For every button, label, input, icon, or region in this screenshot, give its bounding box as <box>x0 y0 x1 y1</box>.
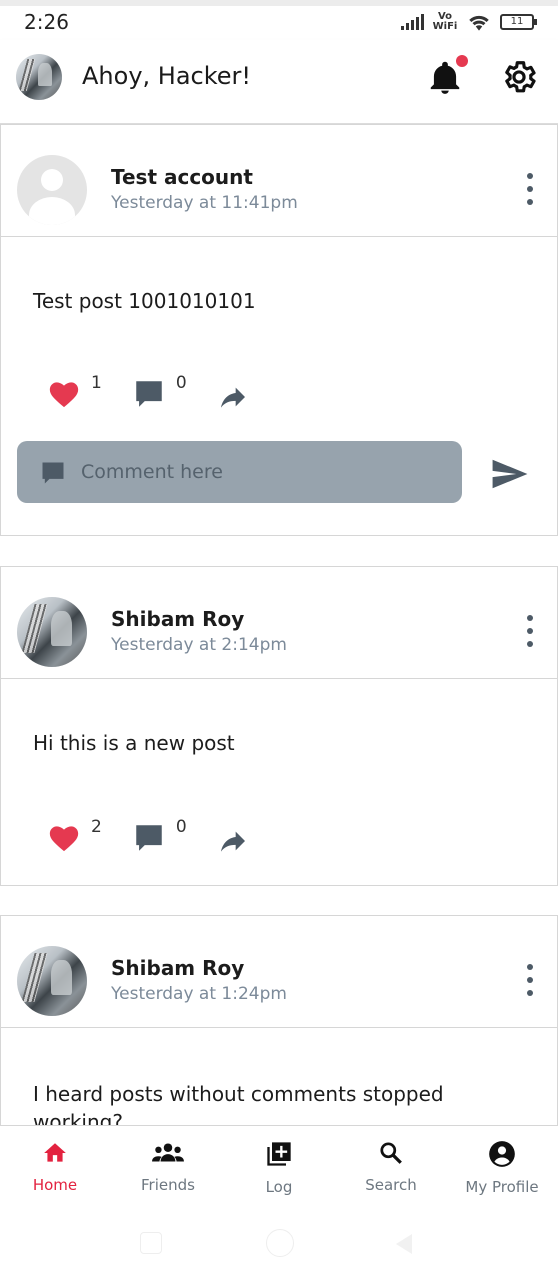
post-feed[interactable]: Test account Yesterday at 11:41pm Test p… <box>0 124 558 1125</box>
comment-field-icon <box>42 462 64 484</box>
comment-icon <box>136 381 162 407</box>
more-options-icon[interactable] <box>525 964 535 996</box>
comment-button[interactable]: 0 <box>132 373 187 411</box>
post-text: Hi this is a new post <box>33 731 235 755</box>
nav-home[interactable]: Home <box>5 1140 105 1194</box>
app-header: Ahoy, Hacker! <box>0 40 558 124</box>
more-options-icon[interactable] <box>525 173 535 205</box>
user-avatar[interactable] <box>16 54 62 100</box>
share-button[interactable] <box>217 377 249 413</box>
nav-label-friends: Friends <box>141 1176 195 1194</box>
post-time: Yesterday at 11:41pm <box>111 193 298 213</box>
account-circle-icon <box>489 1141 515 1167</box>
post-card: Shibam Roy Yesterday at 2:14pm Hi this i… <box>0 566 558 886</box>
like-count: 1 <box>91 373 102 393</box>
status-bar: 2:26 Vo WiFi 11 <box>0 0 558 40</box>
post-time: Yesterday at 1:24pm <box>111 984 287 1004</box>
status-time: 2:26 <box>24 10 69 34</box>
home-system-button[interactable] <box>266 1229 294 1257</box>
like-button[interactable]: 1 <box>47 373 102 409</box>
status-icons: Vo WiFi 11 <box>401 11 537 32</box>
settings-gear-icon[interactable] <box>500 58 538 96</box>
author-avatar[interactable] <box>17 155 87 225</box>
post-author[interactable]: Shibam Roy <box>111 607 244 631</box>
author-avatar[interactable] <box>17 946 87 1016</box>
heart-icon <box>49 382 79 408</box>
nav-label-home: Home <box>32 1176 78 1194</box>
comment-icon <box>136 825 162 851</box>
nav-label-my-profile: My Profile <box>465 1178 539 1196</box>
comment-input[interactable] <box>81 441 441 503</box>
nav-search[interactable]: Search <box>341 1140 441 1194</box>
system-navigation-bar <box>0 1220 558 1280</box>
more-options-icon[interactable] <box>525 615 535 647</box>
bottom-navigation: Home Friends Log Search My Profile <box>0 1125 558 1220</box>
comment-count: 0 <box>175 817 187 837</box>
comment-button[interactable]: 0 <box>132 817 187 855</box>
post-time: Yesterday at 2:14pm <box>111 635 287 655</box>
post-card: Shibam Roy Yesterday at 1:24pm I heard p… <box>0 915 558 1125</box>
nav-friends[interactable]: Friends <box>118 1140 218 1194</box>
nav-log[interactable]: Log <box>229 1140 329 1196</box>
vowifi-label: Vo WiFi <box>432 11 458 32</box>
comment-count: 0 <box>175 373 187 393</box>
signal-icon <box>401 14 424 30</box>
share-icon <box>220 831 245 852</box>
post-header: Shibam Roy Yesterday at 1:24pm <box>1 916 557 1028</box>
search-icon <box>380 1142 402 1164</box>
post-text: Test post 1001010101 <box>33 289 256 313</box>
like-button[interactable]: 2 <box>47 817 102 853</box>
share-button[interactable] <box>217 821 249 857</box>
post-actions: 1 0 <box>47 373 279 413</box>
post-actions: 2 0 <box>47 817 279 857</box>
back-button[interactable] <box>396 1234 412 1254</box>
nav-label-log: Log <box>265 1178 293 1196</box>
nav-my-profile[interactable]: My Profile <box>452 1140 552 1196</box>
post-text: I heard posts without comments stopped w… <box>33 1082 444 1125</box>
post-card: Test account Yesterday at 11:41pm Test p… <box>0 124 558 536</box>
post-author[interactable]: Shibam Roy <box>111 956 244 980</box>
home-icon <box>44 1143 66 1162</box>
post-header: Shibam Roy Yesterday at 2:14pm <box>1 567 557 679</box>
people-icon <box>152 1143 184 1162</box>
comment-input-box[interactable] <box>17 441 462 503</box>
heart-icon <box>49 826 79 852</box>
post-author[interactable]: Test account <box>111 165 253 189</box>
author-avatar[interactable] <box>17 597 87 667</box>
recents-button[interactable] <box>140 1232 162 1254</box>
send-icon[interactable] <box>491 458 529 490</box>
greeting-text: Ahoy, Hacker! <box>82 62 252 90</box>
wifi-icon <box>469 15 489 31</box>
battery-icon: 11 <box>500 14 537 30</box>
nav-label-search: Search <box>365 1176 417 1194</box>
notification-dot <box>456 55 468 67</box>
share-icon <box>220 387 245 408</box>
like-count: 2 <box>91 817 102 837</box>
add-box-icon <box>267 1142 291 1166</box>
post-header: Test account Yesterday at 11:41pm <box>1 125 557 237</box>
